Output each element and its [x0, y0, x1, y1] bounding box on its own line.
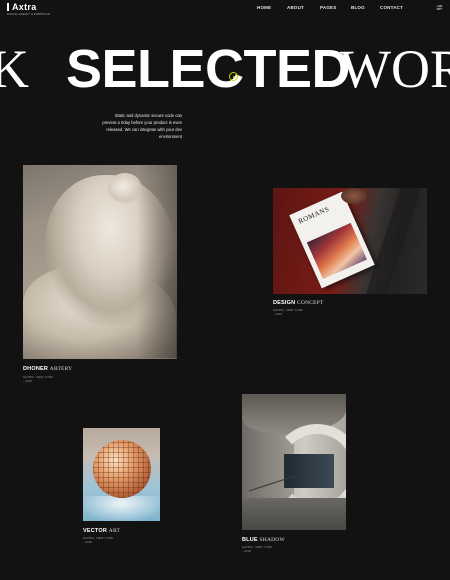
project-title[interactable]: DHONER ARTERY	[23, 366, 72, 372]
project-year: - 2018	[242, 549, 252, 553]
nav-contact[interactable]: CONTACT	[380, 5, 403, 10]
marquee-text-left: K	[0, 39, 29, 99]
marquee-text-main: SELECTED	[66, 39, 351, 99]
project-image-magazine[interactable]: ROMANS	[273, 188, 427, 294]
project-year: - 2018	[23, 379, 33, 383]
project-year: - 2018	[83, 540, 93, 544]
marquee-text-right: WOR	[340, 39, 450, 99]
project-title[interactable]: DESIGN CONCEPT	[273, 300, 324, 306]
logo-tagline: DIGITAL AGENCY & PORTFOLIO	[7, 13, 51, 16]
main-nav: HOME ABOUT PAGES BLOG CONTACT	[0, 5, 450, 13]
nav-home[interactable]: HOME	[257, 5, 271, 10]
nav-about[interactable]: ABOUT	[287, 5, 304, 10]
selected-work-marquee: K SELECTED WOR	[0, 38, 450, 100]
project-image-disco-ball[interactable]	[83, 428, 160, 521]
project-image-spiral-stairs[interactable]	[242, 394, 346, 530]
magazine-cover-title: ROMANS	[297, 204, 331, 226]
project-title[interactable]: VECTOR ART	[83, 528, 120, 534]
cursor-follower-icon	[229, 72, 238, 81]
project-image-sculpture[interactable]	[23, 165, 177, 359]
filter-menu-icon[interactable]	[436, 4, 443, 11]
project-title[interactable]: BLUE SHADOW	[242, 537, 285, 543]
nav-blog[interactable]: BLOG	[351, 5, 365, 10]
intro-text: Static and dynamic secure code can preve…	[102, 113, 182, 139]
project-year: - 2018	[273, 312, 283, 316]
nav-pages[interactable]: PAGES	[320, 5, 336, 10]
site-header: Axtra DIGITAL AGENCY & PORTFOLIO HOME AB…	[0, 0, 450, 16]
